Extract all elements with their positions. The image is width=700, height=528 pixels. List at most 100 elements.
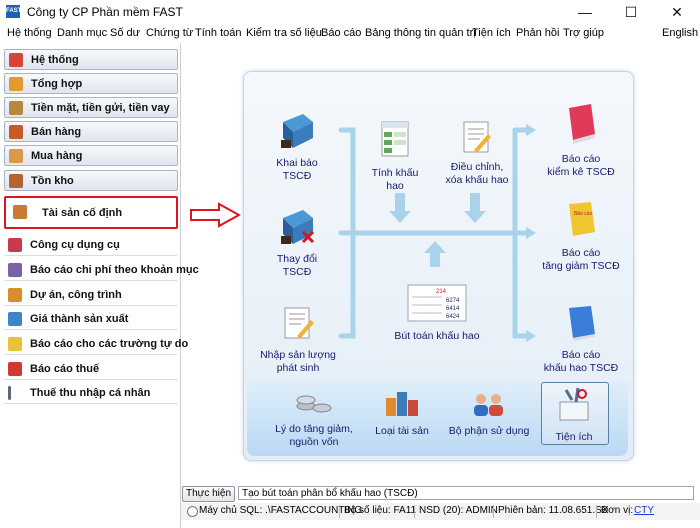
sidebar-item-label: Dự án, công trình — [30, 289, 122, 301]
sidebar-item-label: Tồn kho — [31, 175, 74, 187]
node-bao-cao-kiem-ke[interactable]: Báo cáo kiểm kê TSCĐ — [541, 102, 621, 179]
menu-kiem-tra[interactable]: Kiểm tra số liệu — [246, 27, 322, 39]
maximize-button[interactable]: ☐ — [608, 0, 654, 24]
status-unit-link[interactable]: CTY — [634, 505, 654, 516]
menu-tien-ich[interactable]: Tiện ích — [472, 27, 511, 39]
sidebar-item-gia-thanh[interactable]: Giá thành sản xuất — [4, 309, 178, 330]
menu-so-du[interactable]: Số dư — [110, 27, 140, 39]
module-sidebar: Hệ thống Tổng hợp Tiền mặt, tiền gửi, ti… — [0, 43, 199, 528]
coins-icon — [296, 395, 332, 413]
sidebar-item-cong-cu[interactable]: Công cụ dụng cụ — [4, 235, 178, 256]
sidebar-item-mua-hang[interactable]: Mua hàng — [4, 145, 178, 166]
close-button[interactable]: ✕ — [654, 0, 700, 24]
menu-tinh-toan[interactable]: Tính toán — [195, 27, 241, 39]
sidebar-item-du-an[interactable]: Dự án, công trình — [4, 285, 178, 306]
sidebar-item-bao-cao-truong-tu-do[interactable]: Báo cáo cho các trường tự do — [4, 334, 188, 355]
title-bar: FAST Công ty CP Phần mềm FAST — ☐ ✕ — [0, 0, 700, 24]
ledger-account-6424: 6424 — [446, 314, 460, 320]
gear-icon — [9, 53, 23, 67]
menu-bao-cao[interactable]: Báo cáo — [321, 27, 361, 39]
pointer-arrow-icon — [190, 202, 241, 228]
sidebar-item-label: Báo cáo chi phí theo khoản mục — [30, 264, 199, 276]
node-thay-doi-tscd[interactable]: Thay đổi TSCĐ — [262, 206, 332, 279]
sales-icon — [9, 125, 23, 139]
node-label: Nhập sản lượng — [260, 349, 336, 361]
node-label: Tính khấu hao — [371, 167, 419, 192]
node-bao-cao-tang-giam[interactable]: Báo cáo Báo cáo tăng giảm TSCĐ — [539, 200, 623, 273]
node-label: Báo cáo — [561, 247, 601, 259]
minimize-button[interactable]: — — [562, 0, 608, 24]
command-field[interactable]: Tạo bút toán phân bổ khấu hao (TSCĐ) — [238, 486, 694, 500]
node-khai-bao-tscd[interactable]: Khai báo TSCĐ — [262, 110, 332, 183]
menu-phan-hoi[interactable]: Phản hồi — [516, 27, 559, 39]
sidebar-item-bao-cao-thue[interactable]: Báo cáo thuế — [4, 359, 178, 380]
node-label: Điều chỉnh, — [450, 161, 504, 173]
ledger-account-214: 214 — [436, 289, 447, 295]
sidebar-item-label: Mua hàng — [31, 150, 83, 162]
node-label: nguồn vốn — [289, 436, 339, 448]
status-user: NSD (20): ADMIN — [419, 505, 498, 516]
sidebar-item-label: Tài sản cố định — [42, 207, 123, 219]
sidebar-item-tai-san-co-dinh[interactable]: Tài sản cố định — [4, 196, 178, 229]
status-separator — [596, 505, 597, 518]
sidebar-item-label: Báo cáo thuế — [30, 363, 100, 375]
sidebar-item-tien-mat[interactable]: Tiền mặt, tiền gửi, tiền vay — [4, 97, 178, 118]
node-but-toan-khau-hao[interactable]: 214 6274 6414 6424 Bút toán khấu hao — [393, 283, 481, 343]
building-delete-icon — [281, 210, 315, 244]
node-ly-do-tang-giam[interactable]: Lý do tăng giảm, nguồn vốn — [270, 390, 358, 449]
node-label: khấu hao TSCĐ — [543, 362, 619, 374]
status-separator — [339, 505, 340, 518]
toolbox-icon — [8, 238, 22, 252]
percent-icon — [8, 362, 22, 376]
folder-icon — [8, 337, 22, 351]
menu-chung-tu[interactable]: Chứng từ — [146, 27, 193, 39]
menu-tro-giup[interactable]: Trợ giúp — [563, 27, 604, 39]
node-tinh-khau-hao[interactable]: Tính khấu hao — [362, 120, 428, 193]
sidebar-item-label: Tổng hợp — [31, 78, 83, 90]
node-label: Thay đổi TSCĐ — [276, 253, 318, 278]
menu-he-thong[interactable]: Hệ thống — [7, 27, 52, 39]
sidebar-item-tong-hop[interactable]: Tổng hợp — [4, 73, 178, 94]
node-loai-tai-san[interactable]: Loại tài sản — [370, 390, 434, 438]
node-bao-cao-khau-hao[interactable]: Báo cáo khấu hao TSCĐ — [539, 304, 623, 375]
node-tien-ich[interactable]: Tiện ích — [543, 386, 605, 444]
sidebar-item-label: Thuế thu nhập cá nhân — [30, 387, 151, 399]
node-label: Khai báo TSCĐ — [276, 157, 318, 182]
node-dieu-chinh-khau-hao[interactable]: Điều chỉnh, xóa khấu hao — [439, 120, 515, 187]
node-bo-phan-su-dung[interactable]: Bộ phận sử dụng — [447, 390, 531, 438]
node-nhap-san-luong[interactable]: Nhập sản lượng phát sinh — [256, 306, 340, 375]
sidebar-item-ban-hang[interactable]: Bán hàng — [4, 121, 178, 142]
warehouse-icon — [9, 174, 23, 188]
node-label: Tiện ích — [555, 431, 593, 443]
menu-danh-muc[interactable]: Danh mục — [57, 27, 107, 39]
status-separator — [414, 505, 415, 518]
server-radio[interactable] — [187, 506, 198, 517]
status-separator — [493, 505, 494, 518]
node-label: Bộ phận sử dụng — [448, 425, 530, 437]
sidebar-item-bao-cao-chi-phi[interactable]: Báo cáo chi phí theo khoản mục — [4, 260, 199, 281]
sidebar-item-thue-tncn[interactable]: Thuế thu nhập cá nhân — [4, 383, 178, 404]
sidebar-item-label: Bán hàng — [31, 126, 82, 138]
node-label: Loại tài sản — [375, 425, 429, 437]
execute-button[interactable]: Thực hiện — [182, 486, 235, 502]
status-db: Bộ số liệu: FA11 — [344, 505, 417, 516]
menu-bang-thong-tin[interactable]: Bảng thông tin quản trị — [365, 27, 476, 39]
ledger-account-6274: 6274 — [446, 298, 460, 304]
sidebar-item-he-thong[interactable]: Hệ thống — [4, 49, 178, 70]
node-label: Bút toán khấu hao — [394, 330, 480, 342]
report-cover-label: Báo cáo — [574, 211, 593, 217]
people-icon — [474, 394, 503, 416]
ledger-entries-icon: 214 6274 6414 6424 — [407, 284, 467, 322]
sidebar-item-ton-kho[interactable]: Tồn kho — [4, 170, 178, 191]
menu-english[interactable]: English — [662, 27, 698, 39]
shopping-basket-icon — [9, 149, 23, 163]
status-bar: Máy chủ SQL: .\FASTACCOUNTING Bộ số liệu… — [181, 503, 700, 520]
spreadsheet-icon — [381, 121, 409, 157]
bar-chart-icon — [8, 263, 22, 277]
sidebar-item-label: Giá thành sản xuất — [30, 313, 129, 325]
ledger-icon — [9, 77, 23, 91]
buildings-icon — [386, 392, 418, 416]
app-icon: FAST — [6, 5, 21, 18]
project-chart-icon — [8, 288, 22, 302]
node-label: kiểm kê TSCĐ — [547, 166, 615, 178]
